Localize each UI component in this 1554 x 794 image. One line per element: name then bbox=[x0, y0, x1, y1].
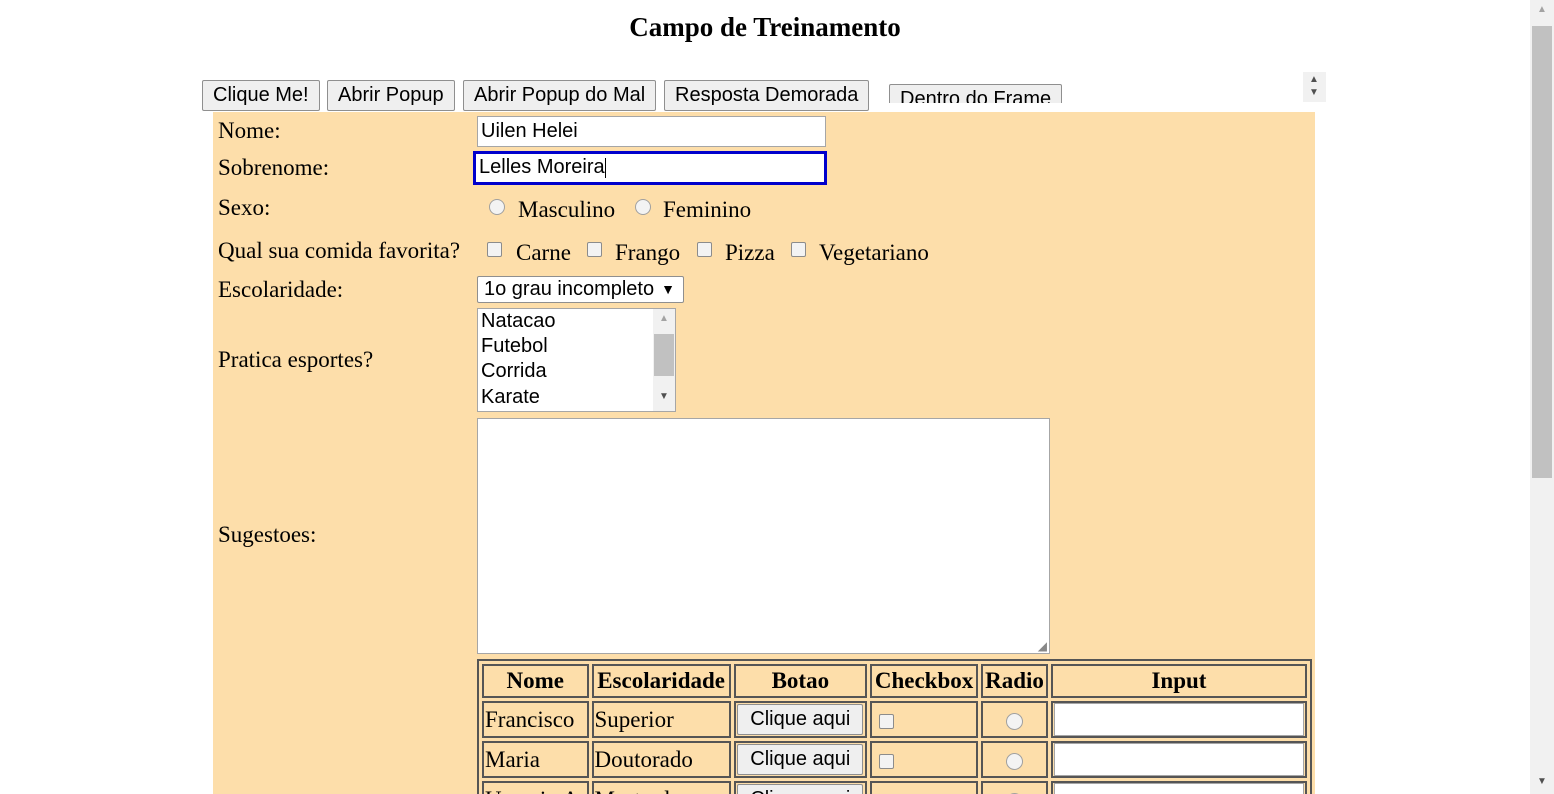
users-table: Nome Escolaridade Botao Checkbox Radio I… bbox=[477, 659, 1312, 794]
row-checkbox[interactable] bbox=[879, 753, 894, 769]
escolaridade-selected: 1o grau incompleto bbox=[484, 278, 655, 300]
nome-label: Nome: bbox=[218, 118, 281, 143]
escolaridade-select[interactable]: 1o grau incompleto ▼ bbox=[477, 276, 684, 303]
open-evil-popup-button[interactable]: Abrir Popup do Mal bbox=[463, 80, 657, 111]
header-nome: Nome bbox=[482, 664, 589, 698]
sobrenome-label: Sobrenome: bbox=[218, 155, 330, 180]
listbox-scrollbar[interactable]: ▲ ▼ bbox=[653, 309, 675, 411]
inside-frame-button[interactable]: Dentro do Frame bbox=[889, 84, 1063, 103]
sugestoes-textarea[interactable]: ◢ bbox=[477, 418, 1050, 654]
feminino-label: Feminino bbox=[663, 197, 752, 222]
esporte-option[interactable]: Karate bbox=[481, 385, 540, 411]
header-checkbox: Checkbox bbox=[870, 664, 979, 698]
scroll-down-arrow-icon[interactable]: ▼ bbox=[659, 391, 669, 402]
header-radio: Radio bbox=[981, 664, 1048, 698]
esporte-option[interactable]: Natacao bbox=[481, 309, 556, 335]
row-radio[interactable] bbox=[1006, 752, 1023, 770]
scroll-up-arrow-icon[interactable]: ▲ bbox=[1309, 75, 1319, 85]
users-table-viewport: Nome Escolaridade Botao Checkbox Radio I… bbox=[477, 659, 1312, 794]
sobrenome-value: Lelles Moreira bbox=[479, 156, 605, 178]
masculino-label: Masculino bbox=[518, 197, 616, 222]
sexo-label: Sexo: bbox=[218, 195, 271, 220]
page-title: Campo de Treinamento bbox=[629, 12, 901, 42]
checkbox-pizza[interactable] bbox=[697, 242, 712, 257]
nome-value: Uilen Helei bbox=[481, 120, 578, 142]
iframe-scrollbar[interactable]: ▲ ▼ bbox=[1303, 72, 1326, 102]
radio-masculino[interactable] bbox=[489, 199, 505, 215]
frango-label: Frango bbox=[615, 240, 681, 265]
header-input: Input bbox=[1050, 664, 1307, 698]
header-escolaridade: Escolaridade bbox=[591, 664, 731, 698]
cell-nome: Usuario A bbox=[482, 781, 589, 794]
resize-grip-icon[interactable]: ◢ bbox=[1038, 640, 1047, 652]
page-scrollbar[interactable]: ▲ ▼ bbox=[1530, 0, 1554, 794]
pizza-label: Pizza bbox=[725, 240, 775, 265]
row-checkbox[interactable] bbox=[879, 713, 894, 729]
scroll-up-arrow-icon[interactable]: ▲ bbox=[659, 313, 669, 324]
escolaridade-label: Escolaridade: bbox=[218, 277, 344, 302]
esporte-option[interactable]: Corrida bbox=[481, 359, 547, 385]
nome-input[interactable]: Uilen Helei bbox=[477, 116, 826, 147]
row-click-button[interactable]: Clique aqui bbox=[737, 744, 864, 775]
esportes-listbox[interactable]: Natacao Futebol Corrida Karate ▲ ▼ bbox=[477, 308, 676, 412]
click-me-button[interactable]: Clique Me! bbox=[202, 80, 320, 111]
comida-label: Qual sua comida favorita? bbox=[218, 238, 461, 263]
checkbox-carne[interactable] bbox=[487, 242, 502, 257]
row-input[interactable] bbox=[1053, 743, 1304, 776]
scrollbar-thumb[interactable] bbox=[654, 334, 674, 376]
table-row: Usuario A Mestrado Clique aqui bbox=[482, 781, 1307, 794]
esportes-label: Pratica esportes? bbox=[218, 347, 374, 372]
sobrenome-input[interactable]: Lelles Moreira bbox=[473, 151, 827, 185]
cell-escolaridade: Doutorado bbox=[591, 741, 731, 778]
header-botao: Botao bbox=[733, 664, 867, 698]
scrollbar-thumb[interactable] bbox=[1532, 26, 1552, 478]
vegetariano-label: Vegetariano bbox=[819, 240, 929, 265]
radio-feminino[interactable] bbox=[635, 199, 651, 215]
checkbox-vegetariano[interactable] bbox=[791, 242, 806, 257]
carne-label: Carne bbox=[516, 240, 571, 265]
scroll-down-arrow-icon[interactable]: ▼ bbox=[1309, 88, 1319, 98]
esporte-option[interactable]: Futebol bbox=[481, 334, 548, 360]
cell-escolaridade: Superior bbox=[591, 701, 731, 738]
text-caret bbox=[604, 157, 606, 178]
open-popup-button[interactable]: Abrir Popup bbox=[327, 80, 455, 111]
table-row: Maria Doutorado Clique aqui bbox=[482, 741, 1307, 778]
scroll-down-arrow-icon[interactable]: ▼ bbox=[1537, 776, 1547, 787]
cell-nome: Maria bbox=[482, 741, 589, 778]
cell-escolaridade: Mestrado bbox=[591, 781, 731, 794]
scroll-up-arrow-icon[interactable]: ▲ bbox=[1537, 4, 1547, 15]
table-row: Francisco Superior Clique aqui bbox=[482, 701, 1307, 738]
sugestoes-label: Sugestoes: bbox=[218, 522, 317, 547]
row-click-button[interactable]: Clique aqui bbox=[737, 704, 864, 735]
cell-nome: Francisco bbox=[482, 701, 589, 738]
row-input[interactable] bbox=[1053, 703, 1304, 736]
checkbox-frango[interactable] bbox=[587, 242, 602, 257]
slow-response-button[interactable]: Resposta Demorada bbox=[664, 80, 870, 111]
row-click-button[interactable]: Clique aqui bbox=[737, 784, 864, 794]
iframe-viewport: Dentro do Frame bbox=[885, 84, 1065, 103]
dropdown-arrow-icon: ▼ bbox=[661, 281, 675, 297]
row-input[interactable] bbox=[1053, 783, 1304, 794]
row-radio[interactable] bbox=[1006, 712, 1023, 730]
